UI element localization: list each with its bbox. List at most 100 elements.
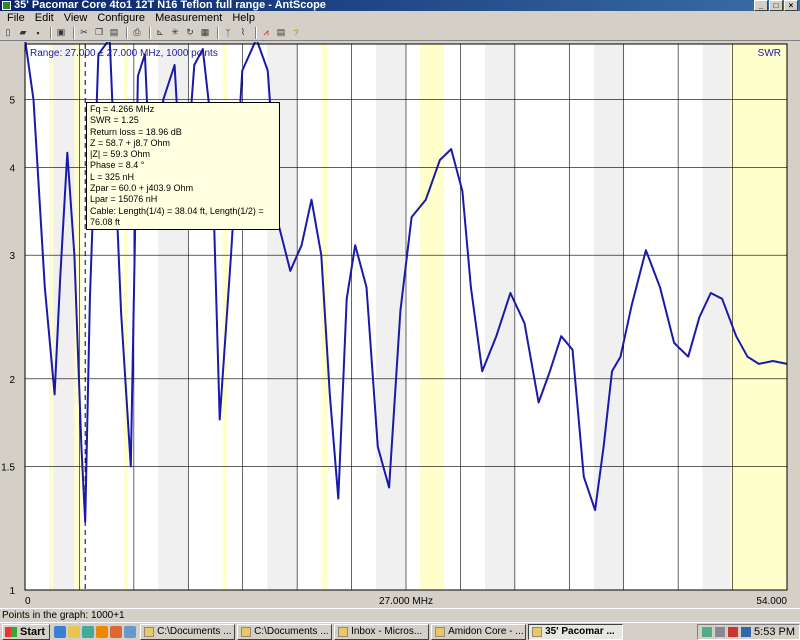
window-icon	[241, 626, 252, 637]
antivirus-icon[interactable]	[728, 626, 739, 637]
open-icon[interactable]: ▰	[17, 27, 29, 39]
refresh-icon[interactable]: ↻	[184, 27, 196, 39]
new-icon[interactable]: ▯	[2, 27, 14, 39]
screen-icon[interactable]: ▣	[55, 27, 67, 39]
maximize-button[interactable]: □	[769, 0, 783, 11]
x-tick-label: 27.000 MHz	[379, 596, 433, 607]
network-icon[interactable]	[702, 626, 713, 637]
taskbar-button-label: Amidon Core - ...	[448, 625, 524, 637]
explorer-icon[interactable]	[82, 625, 95, 638]
menu-help[interactable]: Help	[227, 11, 260, 25]
status-text: Points in the graph: 1000+1	[2, 610, 125, 621]
window-icon	[435, 626, 446, 637]
print-icon[interactable]: ⎙	[131, 27, 143, 39]
ham-band	[730, 44, 787, 590]
grid-band	[593, 44, 624, 590]
x-tick-label: 54.000	[756, 596, 787, 607]
menu-edit[interactable]: Edit	[30, 11, 59, 25]
menu-view[interactable]: View	[59, 11, 93, 25]
signal-icon[interactable]: ⌇	[237, 27, 249, 39]
firefox-icon[interactable]	[110, 625, 123, 638]
start-button[interactable]: Start	[2, 623, 51, 640]
system-tray: 5:53 PM	[697, 623, 800, 640]
taskbar-button[interactable]: C:\Documents ...	[237, 623, 333, 640]
scan-icon[interactable]: ▦	[199, 27, 211, 39]
x-tick-label: 0	[25, 596, 31, 607]
ham-band	[74, 44, 82, 590]
taskbar-button-label: C:\Documents ...	[157, 625, 232, 637]
copy-icon[interactable]: ❐	[93, 27, 105, 39]
window-icon	[144, 626, 155, 637]
toolbar-separator	[50, 26, 52, 39]
y-tick-label: 2	[9, 375, 15, 386]
desktop-icon[interactable]	[124, 625, 137, 638]
zoom-icon[interactable]: ✳	[169, 27, 181, 39]
toolbar-separator	[73, 26, 75, 39]
toolbar: ▯ ▰ ▪ ▣ ✂ ❐ ▤ ⎙ ⊾ ✳ ↻ ▦ ᛉ ⌇ ⩘ ▤ ?	[0, 25, 800, 41]
marker-info-popup: Fq = 4.266 MHz SWR = 1.25 Return loss = 18…	[86, 102, 280, 231]
clock: 5:53 PM	[754, 625, 795, 638]
window-title: 35' Pacomar Core 4to1 12T N16 Teflon ful…	[14, 0, 326, 11]
taskbar-button-label: 35' Pacomar ...	[545, 625, 615, 637]
grid-band	[376, 44, 406, 590]
marker-line: Z = 58.7 + j8.7 Ohm	[90, 137, 171, 148]
quick-launch	[54, 625, 137, 638]
taskbar-button[interactable]: 35' Pacomar ...	[528, 623, 624, 640]
menu-measurement[interactable]: Measurement	[150, 11, 227, 25]
taskbar-button-label: C:\Documents ...	[254, 625, 329, 637]
marker-line: Return loss = 18.96 dB	[90, 126, 182, 137]
start-label: Start	[20, 625, 46, 638]
menu-file[interactable]: File	[2, 11, 30, 25]
ham-band	[50, 44, 54, 590]
window-icon	[338, 626, 349, 637]
table-icon[interactable]: ▤	[275, 27, 287, 39]
outlook-icon[interactable]	[68, 625, 81, 638]
help-icon[interactable]: ?	[290, 27, 302, 39]
save-icon[interactable]: ▪	[32, 27, 44, 39]
taskbar-button[interactable]: C:\Documents ...	[140, 623, 236, 640]
ham-band	[420, 44, 445, 590]
y-tick-label: 1.5	[1, 462, 15, 473]
toolbar-separator	[255, 26, 257, 39]
marker-line: |Z| = 59.3 Ohm	[90, 149, 150, 160]
grid-band	[484, 44, 515, 590]
window-icon	[532, 626, 543, 637]
marker-line: Lpar = 15076 nH	[90, 194, 158, 205]
marker-line: Fq = 4.266 MHz	[90, 104, 155, 114]
marker-line: Zpar = 60.0 + j403.9 Ohm	[90, 183, 194, 194]
marker-line: Cable: Length(1/4) = 38.04 ft, Length(1/…	[90, 205, 264, 227]
marker-line: SWR = 1.25	[90, 115, 139, 126]
toolbar-separator	[126, 26, 128, 39]
windows-logo-icon	[5, 626, 17, 637]
mode-label: SWR	[758, 48, 781, 59]
title-bar[interactable]: 35' Pacomar Core 4to1 12T N16 Teflon ful…	[0, 0, 800, 11]
app-icon	[2, 1, 11, 10]
y-tick-label: 5	[9, 96, 15, 107]
y-tick-label: 3	[9, 251, 15, 262]
range-text: Range: 27.000 ± 27.000 MHz, 1000 points	[30, 48, 218, 59]
antenna-icon[interactable]: ᛉ	[222, 27, 234, 39]
marker-line: L = 325 nH	[90, 171, 134, 182]
menu-bar: File Edit View Configure Measurement Hel…	[0, 11, 800, 25]
close-button[interactable]: ×	[784, 0, 798, 11]
limits-icon[interactable]: ⩘	[260, 27, 272, 39]
taskbar: Start C:\Documents ... C:\Documents ... In…	[0, 622, 800, 640]
media-icon[interactable]	[96, 625, 109, 638]
toolbar-separator	[217, 26, 219, 39]
status-bar: Points in the graph: 1000+1	[0, 608, 800, 622]
speaker-icon[interactable]	[715, 626, 726, 637]
paste-icon[interactable]: ▤	[108, 27, 120, 39]
taskbar-button[interactable]: Inbox - Micros...	[334, 623, 430, 640]
menu-configure[interactable]: Configure	[92, 11, 150, 25]
marker-line: Phase = 8.4 °	[90, 160, 145, 171]
y-tick-label: 1	[9, 586, 15, 597]
y-tick-label: 4	[9, 164, 15, 175]
taskbar-button-label: Inbox - Micros...	[351, 625, 423, 637]
toolbar-separator	[149, 26, 151, 39]
ie-icon[interactable]	[54, 625, 67, 638]
taskbar-button[interactable]: Amidon Core - ...	[431, 623, 527, 640]
cut-icon[interactable]: ✂	[78, 27, 90, 39]
minimize-button[interactable]: _	[754, 0, 768, 11]
shield-icon[interactable]	[741, 626, 752, 637]
marker-icon[interactable]: ⊾	[154, 27, 166, 39]
